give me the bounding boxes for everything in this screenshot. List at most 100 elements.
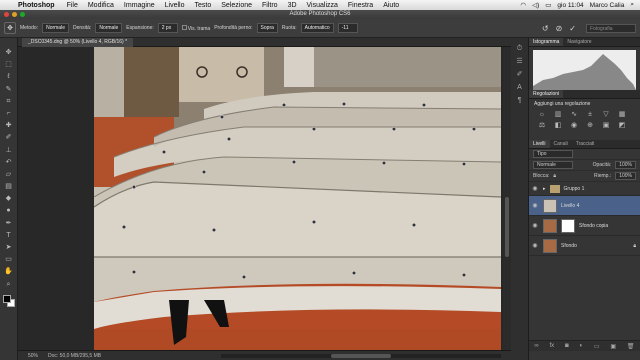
vibrance-icon[interactable]: ▽ [601, 111, 611, 119]
eye-icon[interactable]: ◉ [531, 202, 539, 209]
invert-icon[interactable]: ◩ [617, 122, 627, 130]
clock[interactable]: gio 11:04 [557, 2, 583, 9]
rotate-dropdown[interactable]: Automatico [300, 23, 334, 33]
brightness-icon[interactable]: ☼ [537, 111, 547, 119]
tab-navigator[interactable]: Navigatore [563, 38, 595, 46]
menu-filter[interactable]: Filtro [262, 2, 278, 9]
eye-icon[interactable]: ◉ [531, 242, 539, 249]
lock-icon[interactable]: 🔒︎ [553, 173, 556, 179]
cancel-icon[interactable]: ⊘ [556, 24, 563, 33]
commit-icon[interactable]: ✓ [569, 24, 576, 33]
new-layer-icon[interactable]: ▣ [610, 343, 616, 350]
black-white-icon[interactable]: ◧ [553, 122, 563, 130]
puppet-warp-icon[interactable]: ✥ [4, 22, 16, 34]
scroll-thumb[interactable] [505, 197, 509, 257]
menu-image[interactable]: Immagine [124, 2, 155, 9]
layer-filter-dropdown[interactable]: Tipo [533, 150, 573, 158]
vertical-scrollbar[interactable] [503, 47, 511, 350]
eyedropper-icon[interactable]: ⌐ [3, 109, 15, 119]
quick-select-icon[interactable]: ✎ [3, 85, 15, 95]
menu-file[interactable]: File [67, 2, 78, 9]
menu-view[interactable]: Visualizza [307, 2, 338, 9]
paragraph-panel-icon[interactable]: ¶ [515, 96, 525, 105]
horizontal-scrollbar[interactable] [221, 353, 501, 358]
volume-icon[interactable]: ◁) [532, 1, 539, 9]
new-adjustment-icon[interactable]: ◐ [579, 343, 583, 349]
tab-channels[interactable]: Canali [550, 140, 572, 148]
mode-dropdown[interactable]: Normale [42, 23, 69, 33]
path-select-icon[interactable]: ➤ [3, 243, 15, 253]
hand-icon[interactable]: ✋ [3, 267, 15, 277]
color-lookup-icon[interactable]: ▣ [601, 122, 611, 130]
tab-paths[interactable]: Tracciati [572, 140, 599, 148]
tab-histogram[interactable]: Istogramma [529, 38, 564, 46]
lasso-icon[interactable]: ℓ [3, 72, 15, 82]
zoom-window-icon[interactable] [20, 12, 25, 17]
zoom-level[interactable]: 50% [28, 353, 38, 359]
menu-help[interactable]: Aiuto [383, 2, 399, 9]
trash-icon[interactable]: 🗑︎ [627, 343, 635, 350]
history-brush-icon[interactable]: ↶ [3, 158, 15, 168]
new-group-icon[interactable]: ▭ [594, 343, 600, 350]
horizontal-scroll-thumb[interactable] [331, 353, 391, 358]
close-icon[interactable] [4, 12, 9, 17]
type-icon[interactable]: T [3, 231, 15, 241]
blend-mode-dropdown[interactable]: Normale [533, 161, 573, 169]
pin-depth-dropdown[interactable]: Sopra [256, 23, 278, 33]
layer-mask-thumbnail[interactable] [561, 218, 575, 233]
zoom-icon[interactable]: ⌕ [3, 280, 15, 290]
eye-icon[interactable]: ◉ [531, 185, 539, 192]
workspace-switcher[interactable]: Fotografia [586, 23, 636, 33]
levels-icon[interactable]: ▥ [553, 111, 563, 119]
reset-icon[interactable]: ↺ [542, 24, 549, 33]
properties-panel-icon[interactable]: ☰ [515, 57, 525, 66]
history-panel-icon[interactable]: ⏱ [515, 44, 525, 53]
foreground-color-swatch[interactable] [2, 294, 11, 303]
menu-3d[interactable]: 3D [288, 2, 297, 9]
brush-panel-icon[interactable]: ✐ [515, 70, 525, 79]
menu-edit[interactable]: Modifica [88, 2, 114, 9]
dodge-icon[interactable]: ● [3, 206, 15, 216]
document-tab[interactable]: _DSC0345.dng @ 50% (Livello 4, RGB/16) * [22, 38, 134, 47]
layer-sfondo-copia[interactable]: ◉ Sfondo copia [529, 216, 640, 236]
tab-adjustments[interactable]: Regolazioni [529, 90, 564, 98]
user-name[interactable]: Marco Calia [590, 2, 625, 9]
channel-mixer-icon[interactable]: ⊕ [585, 122, 595, 130]
healing-icon[interactable]: ✚ [3, 121, 15, 131]
add-mask-icon[interactable]: ◙ [565, 343, 569, 349]
document-size[interactable]: Doc: 50,0 MB/295,5 MB [48, 353, 101, 359]
layer-sfondo[interactable]: ◉ Sfondo 🔒︎ [529, 236, 640, 256]
blur-icon[interactable]: ◆ [3, 194, 15, 204]
photo-filter-icon[interactable]: ◉ [569, 122, 579, 130]
gradient-icon[interactable]: ▤ [3, 182, 15, 192]
density-dropdown[interactable]: Normale [95, 23, 123, 33]
shape-icon[interactable]: ▭ [3, 255, 15, 265]
hue-saturation-icon[interactable]: ▦ [617, 111, 627, 119]
brush-icon[interactable]: ✐ [3, 133, 15, 143]
curves-icon[interactable]: ∿ [569, 111, 579, 119]
layer-livello-4[interactable]: ◉ Livello 4 [529, 196, 640, 216]
show-mesh-checkbox[interactable]: Vis. trama [181, 24, 210, 32]
image-canvas[interactable] [94, 47, 501, 350]
clone-stamp-icon[interactable]: ⊥ [3, 146, 15, 156]
wifi-icon[interactable]: ◠ [520, 1, 526, 9]
opacity-input[interactable]: 100% [615, 161, 636, 169]
crop-icon[interactable]: ⌗ [3, 97, 15, 107]
battery-icon[interactable]: ▭ [545, 1, 551, 9]
eraser-icon[interactable]: ▱ [3, 170, 15, 180]
move-icon[interactable]: ✥ [3, 48, 15, 58]
minimize-icon[interactable] [12, 12, 17, 17]
marquee-icon[interactable]: ⬚ [3, 60, 15, 70]
menu-select[interactable]: Selezione [221, 2, 252, 9]
expand-arrow-icon[interactable]: ▸ [543, 186, 546, 192]
fx-icon[interactable]: fx [550, 343, 555, 349]
menu-layer[interactable]: Livello [165, 2, 185, 9]
fill-input[interactable]: 100% [615, 172, 636, 180]
menu-window[interactable]: Finestra [348, 2, 373, 9]
color-balance-icon[interactable]: ⚖ [537, 122, 547, 130]
layer-group-1[interactable]: ◉ ▸ Gruppo 1 [529, 182, 640, 196]
pen-icon[interactable]: ✒ [3, 219, 15, 229]
menu-type[interactable]: Testo [195, 2, 212, 9]
color-swatches[interactable] [2, 294, 15, 307]
tab-layers[interactable]: Livelli [529, 140, 550, 148]
